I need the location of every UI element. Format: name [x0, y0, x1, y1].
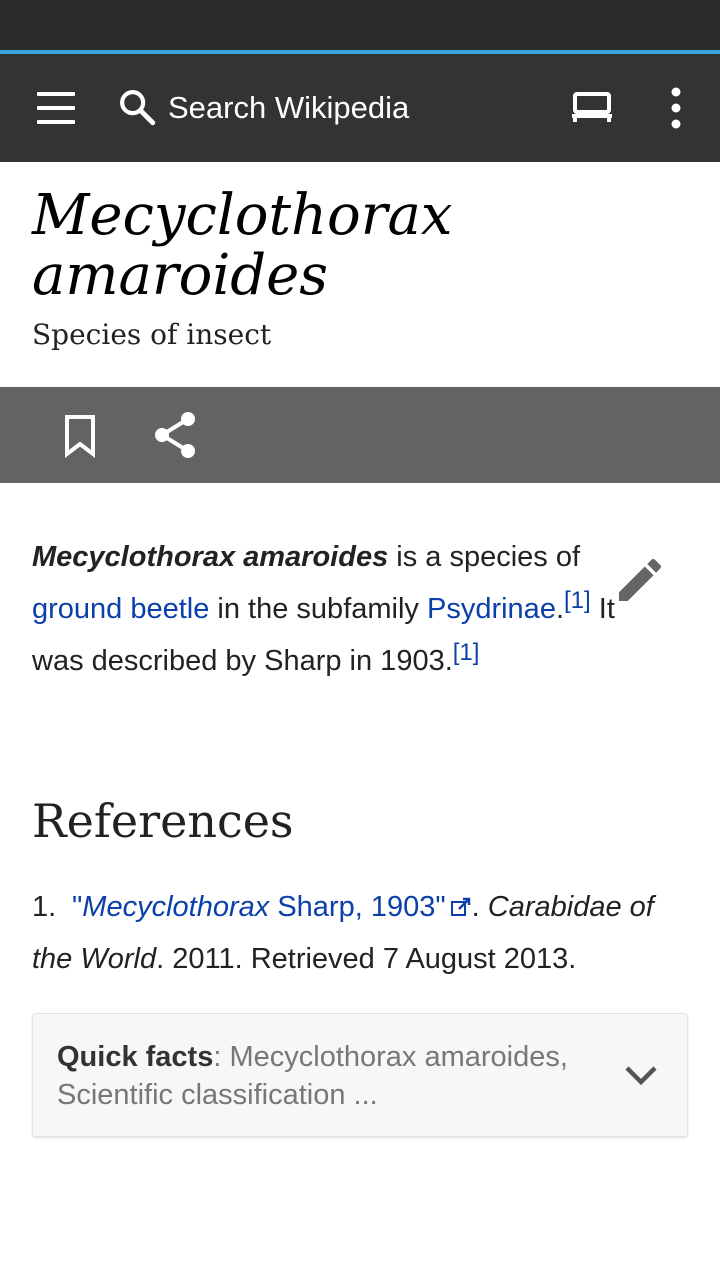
citation-link[interactable]: [1] [453, 639, 480, 666]
reference-separator: . [471, 891, 488, 923]
menu-icon-bar [37, 120, 75, 124]
external-link-icon [450, 897, 470, 916]
references-heading: References [32, 794, 294, 848]
reference-link-rest: Sharp, 1903" [269, 891, 446, 923]
share-button[interactable] [150, 407, 202, 463]
save-bookmark-button[interactable] [56, 409, 104, 461]
lead-bold-name: Mecyclothorax amaroides [32, 541, 389, 573]
reference-external-link[interactable]: "Mecyclothorax Sharp, 1903" [72, 891, 472, 923]
reading-list-icon [572, 92, 612, 122]
reference-link-genus: Mecyclothorax [82, 891, 270, 923]
search-bar[interactable]: Search Wikipedia [112, 78, 532, 138]
link-psydrinae[interactable]: Psydrinae [427, 593, 556, 625]
article-title-line1: Mecyclothorax [32, 183, 453, 248]
lead-text: in the subfamily [209, 593, 427, 625]
quick-facts-label: Quick facts [57, 1041, 214, 1073]
link-ground-beetle[interactable]: ground beetle [32, 593, 209, 625]
lead-text: is a species of [388, 541, 581, 573]
search-placeholder: Search Wikipedia [168, 90, 410, 125]
lead-paragraph: Mecyclothorax amaroides is a species of … [32, 531, 632, 687]
menu-icon [37, 92, 75, 96]
more-vert-icon [671, 87, 681, 129]
reference-item: 1. "Mecyclothorax Sharp, 1903". Carabidae… [32, 881, 702, 985]
top-toolbar: Search Wikipedia [0, 54, 720, 162]
more-options-button[interactable] [656, 82, 696, 134]
article-description: Species of insect [32, 318, 272, 351]
search-icon [120, 90, 156, 126]
article-title: Mecyclothorax amaroides [32, 186, 692, 306]
share-icon [155, 412, 195, 458]
reference-tail: . 2011. Retrieved 7 August 2013. [156, 943, 577, 975]
bookmark-icon [65, 415, 95, 459]
menu-icon-bar [37, 106, 75, 110]
lead-text: . [555, 593, 565, 625]
menu-button[interactable] [30, 82, 82, 134]
quick-facts-text: Quick facts: Mecyclothorax amaroides, Sc… [57, 1038, 597, 1114]
citation-link[interactable]: [1] [564, 587, 591, 614]
chevron-down-icon [625, 1066, 657, 1086]
reference-number: 1. [32, 891, 57, 923]
article-action-bar [0, 387, 720, 483]
quick-facts-panel[interactable]: Quick facts: Mecyclothorax amaroides, Sc… [32, 1013, 688, 1137]
reference-link-quote: " [72, 891, 83, 923]
reading-list-button[interactable] [564, 82, 620, 134]
article-title-line2: amaroides [32, 243, 328, 308]
quick-facts-separator: : [213, 1041, 230, 1073]
status-bar [0, 0, 720, 50]
